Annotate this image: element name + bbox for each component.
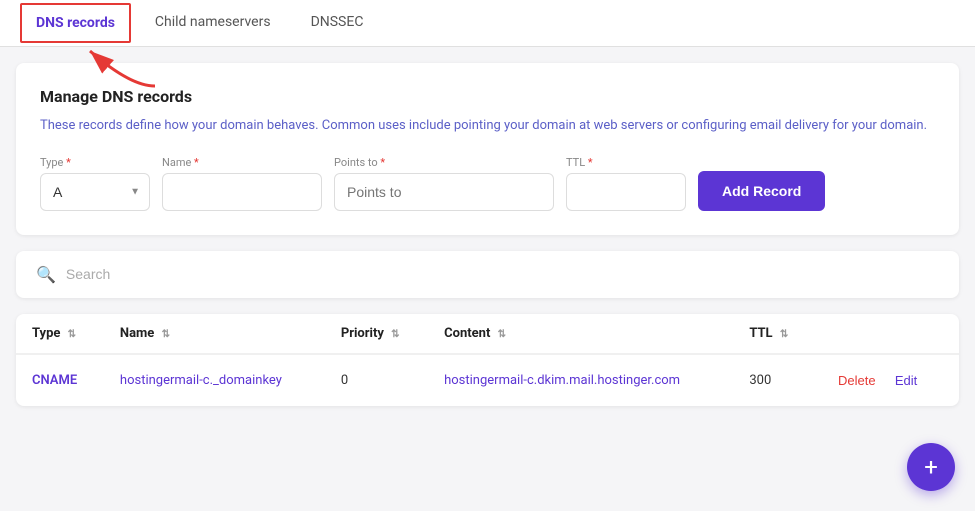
sort-content-icon: ⇅ [498,329,506,340]
type-field-group: Type * A AAAA CNAME MX TXT NS ▼ [40,156,150,211]
delete-button[interactable]: Delete [830,369,884,392]
tab-child-nameservers[interactable]: Child nameservers [139,0,287,46]
search-wrapper: 🔍 [36,265,939,284]
add-record-form: Type * A AAAA CNAME MX TXT NS ▼ Name * [40,156,935,211]
ttl-field-group: TTL * 14400 [566,156,686,211]
search-card: 🔍 [16,251,959,298]
name-label: Name * [162,156,322,169]
tab-dns-records[interactable]: DNS records [20,3,131,43]
manage-dns-card: Manage DNS records These records define … [16,63,959,235]
sort-name-icon: ⇅ [162,329,170,340]
search-input[interactable] [66,266,939,282]
points-to-input[interactable] [334,173,554,211]
ttl-label: TTL * [566,156,686,169]
sort-type-icon: ⇅ [68,329,76,340]
name-field-group: Name * @ [162,156,322,211]
table-row: CNAME hostingermail-c._domainkey 0 hosti… [16,354,959,406]
type-label: Type * [40,156,150,169]
cell-priority: 0 [325,354,428,406]
dns-records-table: Type ⇅ Name ⇅ Priority ⇅ Content ⇅ TTL [16,314,959,406]
dns-table-card: Type ⇅ Name ⇅ Priority ⇅ Content ⇅ TTL [16,314,959,406]
ttl-input[interactable]: 14400 [566,173,686,211]
search-icon: 🔍 [36,265,56,284]
name-input[interactable]: @ [162,173,322,211]
col-ttl[interactable]: TTL ⇅ [733,314,814,354]
points-to-field-group: Points to * [334,156,554,211]
col-content[interactable]: Content ⇅ [428,314,733,354]
table-header-row: Type ⇅ Name ⇅ Priority ⇅ Content ⇅ TTL [16,314,959,354]
manage-dns-title: Manage DNS records [40,87,935,106]
fab-button[interactable]: + [907,443,955,491]
type-select-wrapper[interactable]: A AAAA CNAME MX TXT NS ▼ [40,173,150,211]
sort-ttl-icon: ⇅ [780,329,788,340]
edit-button[interactable]: Edit [887,369,925,392]
cell-content: hostingermail-c.dkim.mail.hostinger.com [428,354,733,406]
col-type[interactable]: Type ⇅ [16,314,104,354]
col-actions [814,314,959,354]
cell-name: hostingermail-c._domainkey [104,354,325,406]
sort-priority-icon: ⇅ [391,329,399,340]
cell-type: CNAME [16,354,104,406]
col-priority[interactable]: Priority ⇅ [325,314,428,354]
points-to-label: Points to * [334,156,554,169]
add-record-button[interactable]: Add Record [698,171,825,211]
cell-actions: Delete Edit [814,354,959,406]
cell-ttl: 300 [733,354,814,406]
col-name[interactable]: Name ⇅ [104,314,325,354]
tabs-bar: DNS records Child nameservers DNSSEC [0,0,975,47]
tab-dnssec[interactable]: DNSSEC [295,0,380,46]
manage-dns-description: These records define how your domain beh… [40,116,935,136]
type-select[interactable]: A AAAA CNAME MX TXT NS [40,173,150,211]
